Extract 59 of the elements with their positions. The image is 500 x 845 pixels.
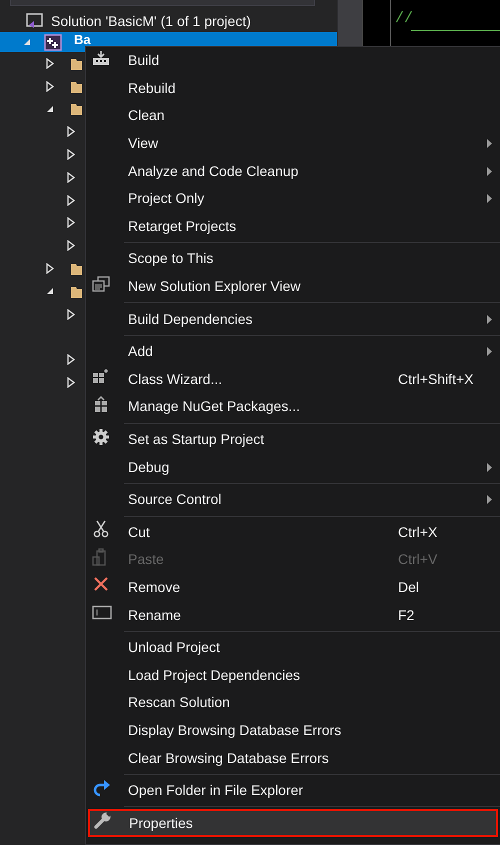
folder-icon [70, 261, 82, 276]
build-icon [92, 50, 110, 66]
shortcut-label: F2 [398, 606, 414, 625]
scissors-icon [92, 520, 110, 538]
menu-item[interactable]: Set as Startup Project [86, 426, 500, 454]
menu-item[interactable]: Project Only [86, 184, 500, 213]
expand-arrow-icon[interactable] [66, 216, 76, 229]
menu-item[interactable]: View [86, 130, 500, 158]
shortcut-label: Ctrl+X [398, 522, 438, 542]
expand-arrow-icon[interactable] [45, 262, 55, 275]
menu-item[interactable]: Rename F2 [86, 601, 500, 629]
class-wizard-icon [92, 368, 110, 384]
wrench-icon [94, 811, 112, 830]
shortcut-label: Del [398, 578, 420, 597]
solution-icon [25, 13, 43, 29]
menu-item[interactable]: Clear Browsing Database Errors [86, 744, 500, 772]
menu-item[interactable]: Cut Ctrl+X [86, 518, 500, 546]
solution-label[interactable]: Solution 'BasicM' (1 of 1 project) [51, 10, 251, 32]
redo-arrow-icon [92, 778, 112, 797]
project-label[interactable]: Ba [74, 33, 91, 46]
menu-item[interactable]: Build Dependencies [86, 305, 500, 333]
menu-item[interactable]: Open Folder in File Explorer [86, 776, 500, 804]
code-comment: // [395, 9, 414, 29]
menu-item[interactable]: Class Wizard... Ctrl+Shift+X [86, 366, 500, 394]
expand-arrow-icon[interactable] [66, 308, 76, 320]
expand-arrow-icon[interactable] [45, 80, 55, 92]
menu-item[interactable]: Rebuild [86, 74, 500, 102]
project-icon [44, 34, 62, 50]
windows-icon [92, 276, 110, 292]
expand-arrow-icon[interactable] [66, 376, 76, 389]
menu-item[interactable]: New Solution Explorer View [86, 272, 500, 300]
menu-item[interactable]: Unload Project [86, 634, 500, 662]
expand-arrow-icon[interactable] [66, 148, 76, 161]
menu-item[interactable]: Analyze and Code Cleanup [86, 157, 500, 185]
menu-item[interactable]: Scope to This [86, 245, 500, 273]
shortcut-label: Ctrl+V [398, 550, 438, 570]
menu-item[interactable]: Remove Del [86, 574, 500, 602]
menu-item[interactable]: Add [86, 338, 500, 366]
menu-item[interactable]: Display Browsing Database Errors [86, 716, 500, 744]
rename-icon [92, 606, 112, 620]
expand-arrow-icon[interactable] [66, 240, 76, 252]
shortcut-label: Ctrl+Shift+X [398, 370, 474, 389]
expand-arrow-icon[interactable] [66, 126, 76, 138]
menu-item[interactable]: Manage NuGet Packages... [86, 393, 500, 421]
expand-arrow-icon[interactable] [66, 194, 76, 206]
menu-item[interactable]: Load Project Dependencies [86, 661, 500, 690]
expand-arrow-icon[interactable] [66, 354, 76, 366]
menu-item[interactable]: Rescan Solution [86, 689, 500, 717]
menu-item[interactable]: Source Control [86, 486, 500, 514]
menu-item[interactable]: Clean [86, 102, 500, 130]
folder-icon [70, 101, 82, 116]
menu-item[interactable]: Debug [86, 453, 500, 481]
expand-arrow-icon[interactable] [66, 171, 76, 184]
menu-item[interactable]: Properties [88, 809, 498, 838]
close-icon [92, 575, 110, 594]
expand-arrow-icon[interactable] [45, 57, 55, 70]
settings-icon [92, 428, 110, 446]
gift-icon [92, 394, 110, 413]
menu-item[interactable]: Retarget Projects [86, 212, 500, 240]
